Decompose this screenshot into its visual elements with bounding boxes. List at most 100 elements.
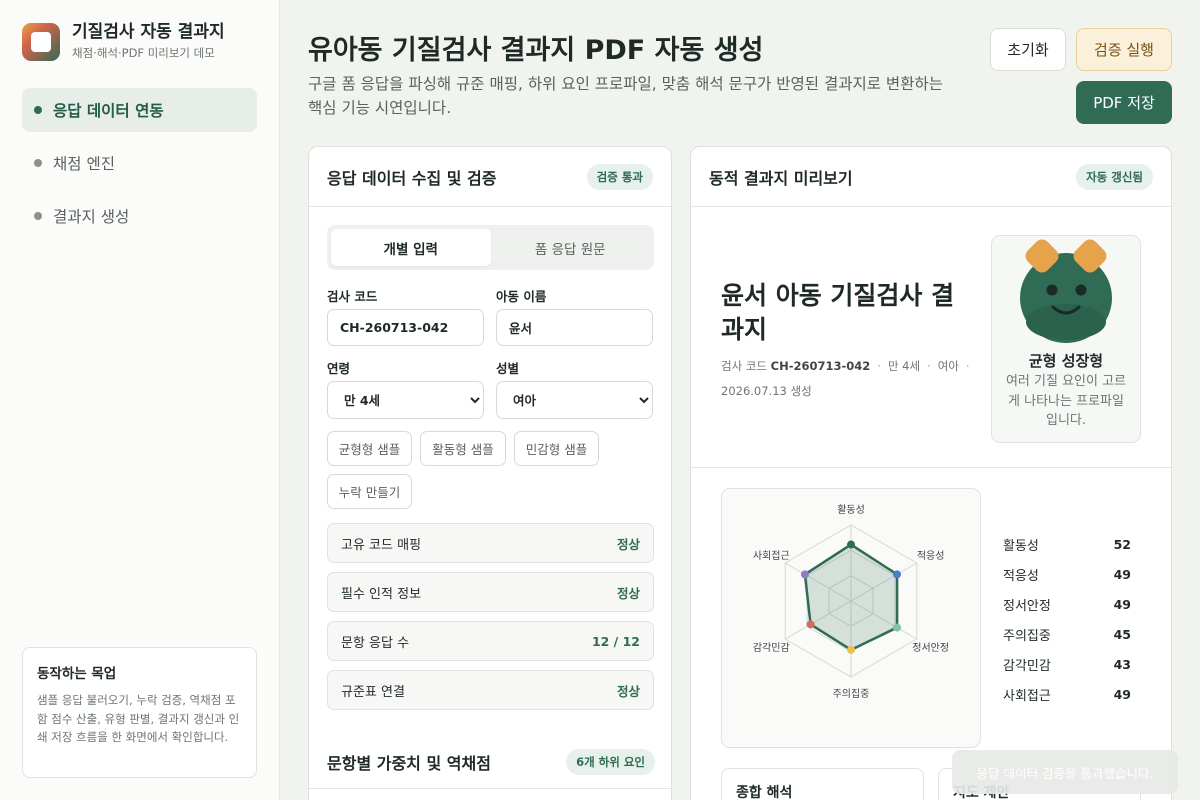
report-title: 윤서 아동 기질검사 결과지 [721,281,955,344]
radar-data-point [800,570,809,579]
code-input[interactable] [327,309,484,346]
score-name: 적응성 [1003,568,1039,584]
sensitive-sample-button[interactable]: 민감형 샘플 [514,431,599,466]
check-value: 정상 [616,683,640,699]
check-label: 문항 응답 수 [341,635,410,651]
score-row: 적응성 49 [1003,559,1131,589]
sidebar-item-response-data[interactable]: 응답 데이터 연동 [22,88,257,132]
tab-form-raw[interactable]: 폼 응답 원문 [491,229,651,266]
profile-card: 균형 성장형 여러 기질 요인이 고르게 나타나는 프로파일입니다. [991,235,1141,443]
age-label: 연령 [327,361,351,376]
report-meta: 검사 코드 CH-260713-042 · 만 4세 · 여아 · 2026.07.13 생… [721,359,970,398]
dot-icon [34,106,42,114]
name-label: 아동 이름 [496,289,547,304]
summary-panel: 종합 해석 [721,768,924,800]
card-header: 응답 데이터 수집 및 검증 검증 통과 [309,147,671,207]
page-description: 구글 폼 응답을 파싱해 규준 매핑, 하위 요인 프로파일, 맞춤 해석 문구… [308,75,943,117]
score-value: 43 [1113,656,1131,672]
radar-data-point [893,570,902,579]
card-title: 동적 결과지 미리보기 [709,168,853,188]
dot-icon [34,159,42,167]
gender-select[interactable]: 여아 [496,381,653,419]
purpose-title: 동작하는 목업 [37,666,117,682]
sidebar: 기질검사 자동 결과지 채점·해석·PDF 미리보기 데모 응답 데이터 연동 … [0,0,280,800]
name-input[interactable] [496,309,653,346]
balanced-sample-button[interactable]: 균형형 샘플 [327,431,412,466]
age-select[interactable]: 만 4세 [327,381,484,419]
radar-data-point [847,645,855,654]
check-row: 필수 인적 정보 정상 [327,572,654,612]
score-value: 49 [1113,686,1131,702]
summary-title: 종합 해석 [736,785,793,800]
check-value: 정상 [616,585,640,601]
verify-button[interactable]: 검증 실행 [1076,28,1172,71]
radar-data-point [806,620,815,629]
sidebar-item-report-generation[interactable]: 결과지 생성 [22,194,257,238]
check-value: 정상 [616,536,640,552]
score-value: 45 [1113,626,1131,642]
radar-data-point [893,623,902,632]
meta-date: 2026.07.13 생성 [721,384,812,398]
meta-code: CH-260713-042 [770,359,871,373]
dot-icon [34,212,42,220]
score-name: 활동성 [1003,538,1039,554]
check-label: 규준표 연결 [341,684,405,700]
check-label: 고유 코드 매핑 [341,537,422,553]
score-row: 주의집중 45 [1003,619,1131,649]
status-badge: 검증 통과 [586,163,653,190]
brand-subtitle: 채점·해석·PDF 미리보기 데모 [72,46,215,60]
check-value: 12 / 12 [591,633,640,649]
sidebar-item-label: 결과지 생성 [53,208,130,226]
app-logo-icon [22,22,60,61]
brand-title: 기질검사 자동 결과지 [72,22,225,42]
weights-header: 문항별 가중치 및 역채점 6개 하위 요인 [309,735,671,789]
toast-notification: 응답 데이터 검증을 통과했습니다. [952,750,1178,794]
sidebar-item-label: 채점 엔진 [53,155,115,173]
radar-axis-label: 정서안정 [912,642,949,654]
tab-individual-input[interactable]: 개별 입력 [331,229,491,266]
radar-axis-label: 적응성 [917,550,945,562]
sidebar-nav: 응답 데이터 연동 채점 엔진 결과지 생성 [22,88,257,247]
score-name: 정서안정 [1003,598,1051,614]
score-row: 사회접근 49 [1003,679,1131,709]
active-sample-button[interactable]: 활동형 샘플 [420,431,506,466]
gender-label: 성별 [496,361,520,376]
mascot-icon [1020,239,1112,343]
check-row: 문항 응답 수 12 / 12 [327,621,654,661]
radar-axis-label: 주의집중 [833,688,870,700]
profile-type-title: 균형 성장형 [1028,352,1104,370]
score-name: 주의집중 [1003,628,1051,644]
check-row: 규준표 연결 정상 [327,670,654,710]
response-data-card: 응답 데이터 수집 및 검증 검증 통과 개별 입력 폼 응답 원문 검사 코드… [308,146,672,800]
card-header: 동적 결과지 미리보기 자동 갱신됨 [691,147,1171,207]
meta-code-label: 검사 코드 [721,359,767,373]
score-row: 감각민감 43 [1003,649,1131,679]
purpose-panel: 동작하는 목업 샘플 응답 불러오기, 누락 검증, 역채점 포함 점수 산출,… [22,647,257,778]
profile-type-description: 여러 기질 요인이 고르게 나타나는 프로파일입니다. [1005,374,1127,428]
score-value: 49 [1113,596,1131,612]
radar-chart-panel: 활동성적응성정서안정주의집중 감각민감 사회접근 [721,488,981,748]
status-badge: 자동 갱신됨 [1076,163,1153,190]
radar-data-point [847,540,855,549]
code-label: 검사 코드 [327,289,378,304]
score-row: 정서안정 49 [1003,589,1131,619]
input-mode-tabs: 개별 입력 폼 응답 원문 [327,225,654,270]
pdf-save-button[interactable]: PDF 저장 [1076,81,1172,124]
report-preview-card: 동적 결과지 미리보기 자동 갱신됨 윤서 아동 기질검사 결과지 검사 코드 … [690,146,1172,800]
score-value: 49 [1113,566,1131,582]
radar-axis-label: 사회접근 [753,550,790,562]
brand: 기질검사 자동 결과지 채점·해석·PDF 미리보기 데모 [22,22,225,61]
reset-button[interactable]: 초기화 [990,28,1066,71]
meta-gender: 여아 [937,359,959,373]
make-missing-button[interactable]: 누락 만들기 [327,474,412,509]
weights-title: 문항별 가중치 및 역채점 [327,753,491,773]
score-list: 활동성 52 적응성 49 정서안정 49 주의집중 45 감각민감 43 사회접근 49 [1003,529,1131,709]
check-row: 고유 코드 매핑 정상 [327,523,654,563]
page-title: 유아동 기질검사 결과지 PDF 자동 생성 [308,35,764,66]
radar-axis-label: 감각민감 [753,642,790,654]
card-title: 응답 데이터 수집 및 검증 [327,168,497,188]
sidebar-item-label: 응답 데이터 연동 [53,102,164,120]
radar-axis-label: 활동성 [837,503,865,516]
check-label: 필수 인적 정보 [341,586,422,602]
sidebar-item-scoring-engine[interactable]: 채점 엔진 [22,141,257,185]
